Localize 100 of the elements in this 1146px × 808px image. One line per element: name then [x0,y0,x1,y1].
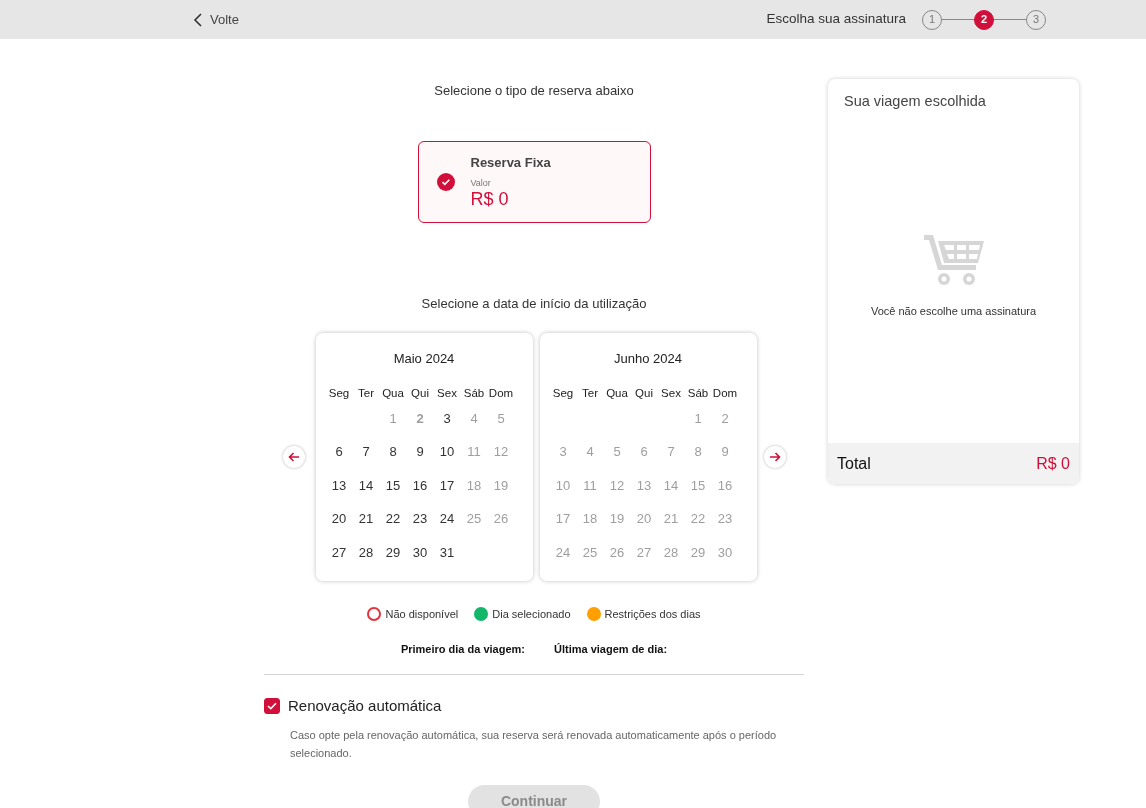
section-heading: Selecione a data de início da utilização [421,294,647,313]
empty-message: Você não escolhe uma assinatura [870,303,1037,319]
calendar-day: 27 [630,542,658,576]
calendar-day: 4 [460,408,488,442]
calendar-day[interactable]: 28 [352,542,380,576]
calendar-day: 2 [406,408,434,442]
month-title: Maio 2024 [392,350,456,368]
arrow-left-icon [287,452,300,462]
chevron-left-icon [193,12,202,27]
calendar-day[interactable]: 9 [406,442,434,476]
cart-title: Sua viagem escolhida [843,92,987,111]
calendar-day: 14 [657,475,685,509]
calendar-day[interactable]: 16 [406,475,434,509]
calendar-day: 9 [711,442,739,476]
calendar-day[interactable]: 24 [433,509,461,543]
calendar-day: 7 [657,442,685,476]
calendar-day[interactable]: 29 [379,542,407,576]
calendar-day: 26 [487,509,515,543]
weekday-label: Qui [410,385,430,401]
checkbox[interactable] [264,698,280,715]
weekday-label: Qua [381,385,405,401]
weekday-label: Ter [357,385,375,401]
calendar-day: 18 [460,475,488,509]
value-label: Valor [470,176,492,190]
weekday-label: Ter [581,385,599,401]
calendar-day[interactable]: 10 [433,442,461,476]
legend-label: Restrições dos dias [604,607,701,622]
calendar-day: 8 [684,442,712,476]
summary-label: Primeiro dia da viagem: [400,641,525,657]
weekday-label: Sáb [462,385,486,401]
calendar-day: 25 [460,509,488,543]
legend-label: Dia selecionado [492,607,571,622]
calendar-day: 30 [711,542,739,576]
description-text: Caso opte pela renovação automática, sua reserva será renovada automaticamente após o período selecionado. [289,727,778,761]
calendar-day: 28 [657,542,685,576]
calendar-day: 17 [549,509,577,543]
weekday-label: Dom [711,385,739,401]
calendar-day[interactable]: 21 [352,509,380,543]
calendar-day: 10 [549,475,577,509]
legend-label: Não disponível [385,607,459,622]
calendar-day[interactable]: 30 [406,542,434,576]
calendar-day[interactable]: 31 [433,542,461,576]
calendar-day[interactable]: 15 [379,475,407,509]
calendar-day: 15 [684,475,712,509]
reservation-option[interactable]: Reserva Fixa Valor R$ 0 [417,140,651,223]
checkbox-label: Renovação automática [288,696,442,716]
calendar-day[interactable]: 3 [433,408,461,442]
calendar-day: 18 [576,509,604,543]
back-link[interactable]: Volte [193,9,239,30]
calendar-day: 24 [549,542,577,576]
step-title: Escolha sua assinatura [766,10,906,29]
calendar-day: 3 [549,442,577,476]
calendar-day: 5 [603,442,631,476]
calendar-day[interactable]: 22 [379,509,407,543]
calendar-day: 1 [379,408,407,442]
calendar-day: 4 [576,442,604,476]
calendar-day[interactable]: 13 [325,475,353,509]
total-value: R$ 0 [1036,453,1070,474]
calendar-day: 13 [630,475,658,509]
calendar-day[interactable]: 8 [379,442,407,476]
calendar-day: 19 [487,475,515,509]
calendar-day: 5 [487,408,515,442]
calendar-day: 21 [657,509,685,543]
calendar-day: 29 [684,542,712,576]
option-title: Reserva Fixa [470,154,551,173]
calendar-day: 20 [630,509,658,543]
check-icon [267,702,277,711]
back-label: Volte [210,10,239,29]
section-heading: Selecione o tipo de reserva abaixo [434,82,634,100]
weekday-label: Qui [634,385,654,401]
option-price: R$ 0 [470,190,510,210]
weekday-label: Sex [436,385,458,401]
step-indicator[interactable]: 2 [974,9,994,30]
calendar-day: 25 [576,542,604,576]
calendar-day: 26 [603,542,631,576]
weekday-label: Qua [605,385,629,401]
shopping-cart-icon [923,232,984,287]
weekday-label: Seg [327,385,351,401]
calendar-day: 2 [711,408,739,442]
weekday-label: Sex [660,385,682,401]
arrow-button[interactable] [763,446,786,468]
calendar-day[interactable]: 7 [352,442,380,476]
calendar-day[interactable]: 20 [325,509,353,543]
calendar-day[interactable]: 17 [433,475,461,509]
calendar-day: 19 [603,509,631,543]
total-label: Total [837,453,871,474]
calendar-day[interactable]: 14 [352,475,380,509]
calendar-day[interactable]: 23 [406,509,434,543]
calendar-day: 12 [603,475,631,509]
arrow-button[interactable] [282,446,305,468]
check-circle-icon [436,173,455,192]
weekday-label: Sáb [686,385,710,401]
calendar-day: 23 [711,509,739,543]
summary-label: Última viagem de dia: [554,641,668,657]
calendar-day: 22 [684,509,712,543]
calendar-day: 11 [576,475,604,509]
calendar-day[interactable]: 27 [325,542,353,576]
calendar-day[interactable]: 6 [325,442,353,476]
month-title: Junho 2024 [613,350,683,368]
weekday-label: Seg [551,385,575,401]
